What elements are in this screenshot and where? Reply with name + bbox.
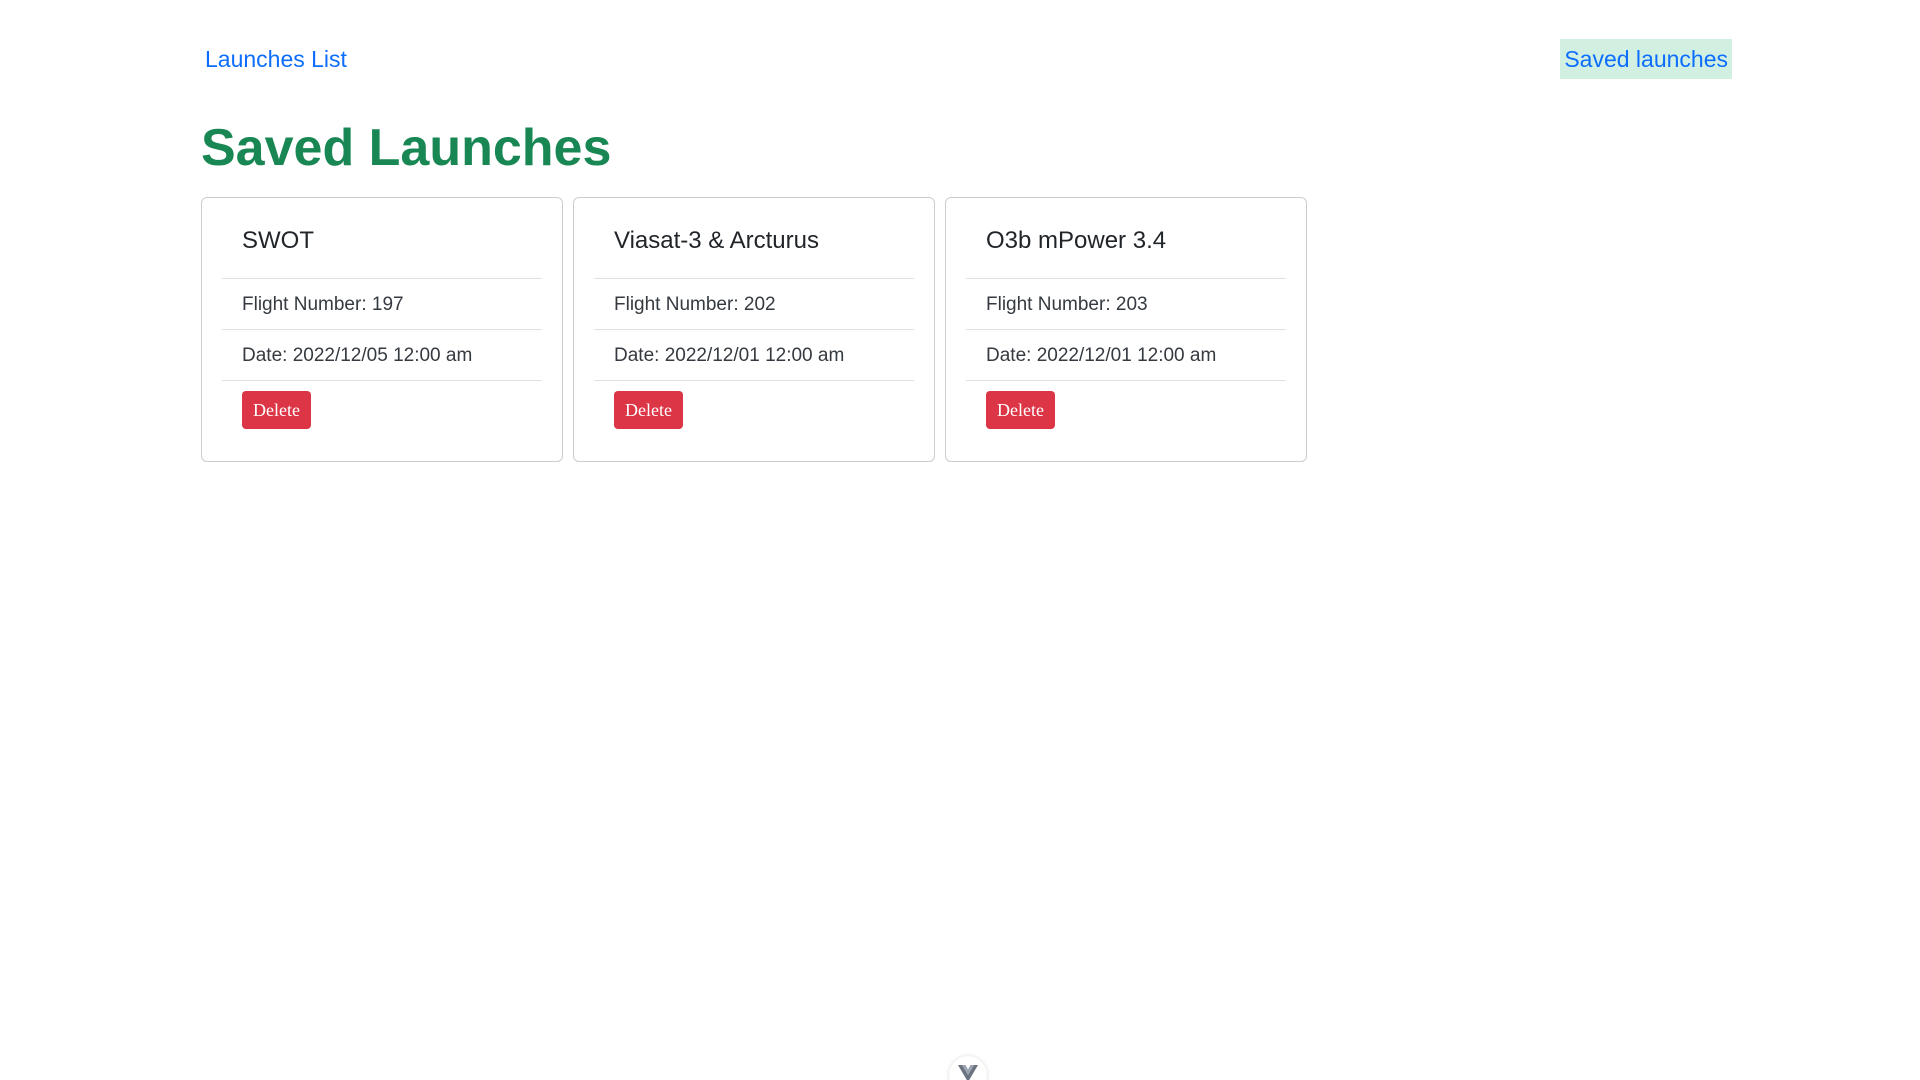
top-nav: Launches List Saved launches <box>201 38 1732 80</box>
card-actions: Delete <box>594 381 914 439</box>
page: Launches List Saved launches Saved Launc… <box>0 0 1920 1080</box>
launch-name: O3b mPower 3.4 <box>966 198 1286 279</box>
flight-number: Flight Number: 202 <box>594 279 914 330</box>
launch-name: SWOT <box>222 198 542 279</box>
delete-button[interactable]: Delete <box>986 391 1055 429</box>
launch-name: Viasat-3 & Arcturus <box>594 198 914 279</box>
page-title: Saved Launches <box>201 119 612 177</box>
card-actions: Delete <box>222 381 542 439</box>
launch-date: Date: 2022/12/01 12:00 am <box>966 330 1286 381</box>
delete-button[interactable]: Delete <box>614 391 683 429</box>
vue-devtools-toggle[interactable] <box>949 1056 987 1080</box>
nav-link-saved-launches[interactable]: Saved launches <box>1560 39 1732 79</box>
card-actions: Delete <box>966 381 1286 439</box>
flight-number: Flight Number: 203 <box>966 279 1286 330</box>
launch-card: SWOT Flight Number: 197 Date: 2022/12/05… <box>201 197 563 462</box>
launch-date: Date: 2022/12/05 12:00 am <box>222 330 542 381</box>
nav-link-launches-list[interactable]: Launches List <box>201 39 351 79</box>
launch-card: O3b mPower 3.4 Flight Number: 203 Date: … <box>945 197 1307 462</box>
delete-button[interactable]: Delete <box>242 391 311 429</box>
launch-card-list: SWOT Flight Number: 197 Date: 2022/12/05… <box>201 197 1307 462</box>
flight-number: Flight Number: 197 <box>222 279 542 330</box>
vue-logo-icon <box>958 1065 978 1080</box>
launch-card: Viasat-3 & Arcturus Flight Number: 202 D… <box>573 197 935 462</box>
launch-date: Date: 2022/12/01 12:00 am <box>594 330 914 381</box>
